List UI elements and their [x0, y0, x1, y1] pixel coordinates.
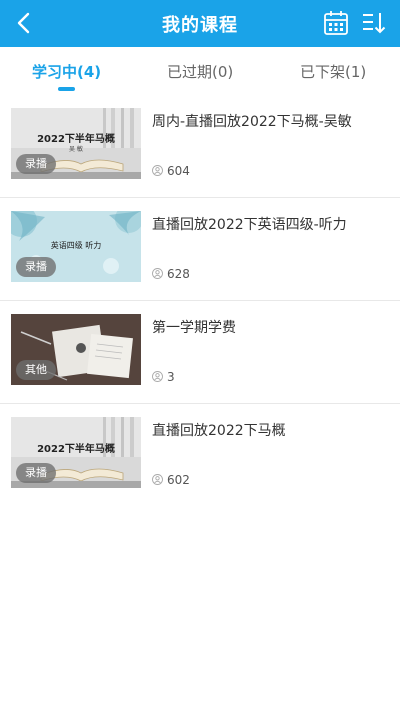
student-count-value: 602 — [167, 473, 190, 487]
thumbnail-title: 英语四级 听力 — [50, 241, 102, 250]
user-icon — [152, 165, 163, 176]
course-type-badge: 录播 — [16, 463, 56, 483]
course-type-badge: 录播 — [16, 154, 56, 174]
course-thumbnail: 2022下半年马概 录播 — [11, 417, 141, 488]
student-count-value: 628 — [167, 267, 190, 281]
thumbnail-title: 2022下半年马概 — [37, 134, 115, 145]
course-thumbnail: 2022下半年马概 吴 敏 录播 — [11, 108, 141, 179]
tab-learning[interactable]: 学习中(4) — [32, 61, 101, 82]
course-item[interactable]: 2022下半年马概 吴 敏 录播 周内-直播回放2022下马概-吴敏 604 — [0, 95, 400, 198]
course-item[interactable]: 其他 第一学期学费 3 — [0, 301, 400, 404]
student-count-value: 604 — [167, 164, 190, 178]
course-title: 直播回放2022下英语四级-听力 — [152, 217, 347, 233]
thumbnail-title: 2022下半年马概 — [37, 444, 115, 455]
user-icon — [152, 371, 163, 382]
calendar-icon[interactable] — [323, 10, 349, 36]
course-item[interactable]: 英语四级 听力 录播 直播回放2022下英语四级-听力 628 — [0, 198, 400, 301]
course-type-badge: 其他 — [16, 360, 56, 380]
course-title: 第一学期学费 — [152, 320, 236, 336]
course-item[interactable]: 2022下半年马概 录播 直播回放2022下马概 602 — [0, 404, 400, 507]
course-title: 周内-直播回放2022下马概-吴敏 — [152, 114, 352, 130]
tab-removed[interactable]: 已下架(1) — [300, 61, 366, 82]
user-icon — [152, 474, 163, 485]
course-thumbnail: 英语四级 听力 录播 — [11, 211, 141, 282]
course-title: 直播回放2022下马概 — [152, 423, 286, 439]
tab-expired[interactable]: 已过期(0) — [167, 61, 233, 82]
thumbnail-subtitle: 吴 敏 — [69, 146, 83, 153]
course-thumbnail: 其他 — [11, 314, 141, 385]
tab-active-indicator — [58, 87, 75, 91]
course-type-badge: 录播 — [16, 257, 56, 277]
tab-bar: 学习中(4) 已过期(0) 已下架(1) — [0, 47, 400, 95]
student-count-value: 3 — [167, 370, 175, 384]
sort-icon[interactable] — [361, 11, 387, 35]
app-header: 我的课程 — [0, 0, 400, 47]
user-icon — [152, 268, 163, 279]
